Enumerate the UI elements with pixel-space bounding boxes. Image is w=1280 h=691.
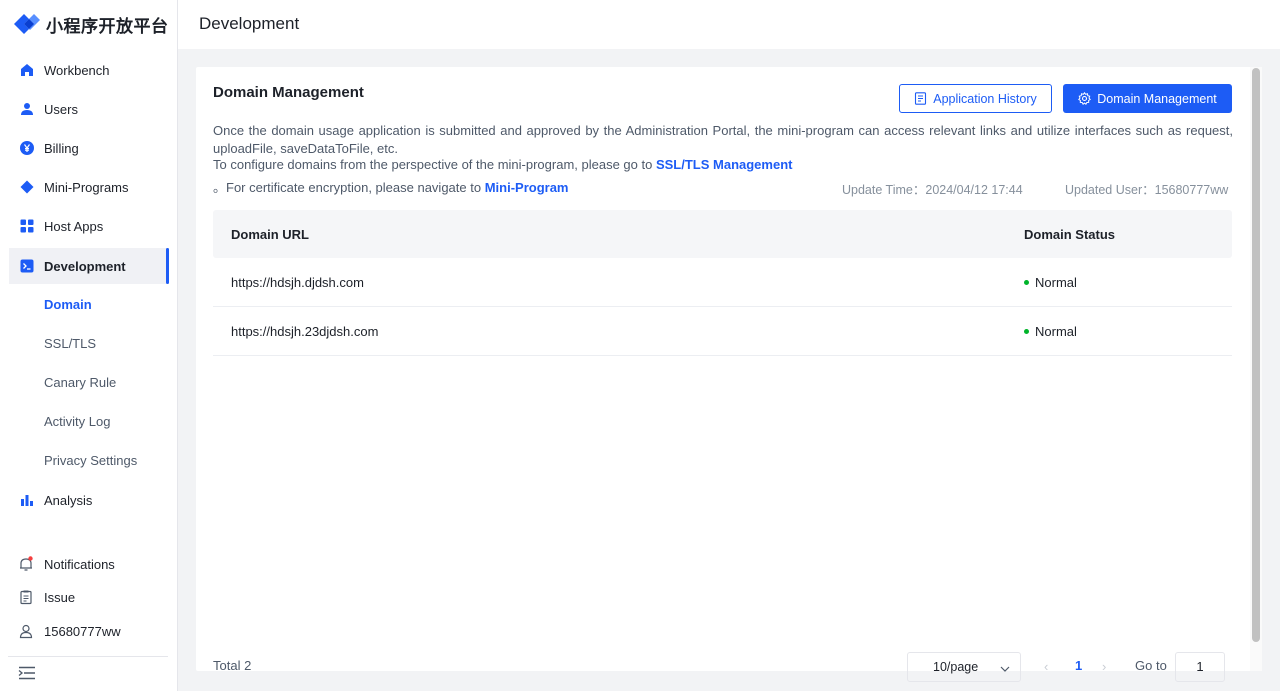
user-account-link[interactable]: 15680777ww [18, 621, 121, 641]
sidebar-subitem-domain[interactable]: Domain [44, 295, 92, 315]
gear-icon [1078, 92, 1092, 105]
sidebar-item-analysis[interactable]: Analysis [9, 482, 169, 518]
sidebar-item-mini-programs[interactable]: Mini-Programs [9, 169, 169, 205]
sidebar-item-host-apps[interactable]: Host Apps [9, 208, 169, 244]
sidebar-subitem-canary-rule[interactable]: Canary Rule [44, 373, 116, 393]
table-header: Domain URL Domain Status [213, 210, 1232, 258]
sidebar-item-users[interactable]: Users [9, 91, 169, 127]
update-time: Update Time：2024/04/12 17:44 [842, 183, 1023, 197]
chevron-down-icon [1000, 662, 1010, 672]
sidebar-item-label: Analysis [44, 492, 93, 508]
page-size-value: 10/page [933, 660, 979, 674]
bar-chart-icon [19, 492, 35, 508]
sidebar: 小程序开放平台 Workbench Users Billing Mini-Pro… [0, 0, 178, 691]
issue-label: Issue [44, 589, 76, 605]
column-header-url: Domain URL [231, 226, 309, 242]
page-size-select[interactable]: 10/page [907, 652, 1021, 682]
status-cell: Normal [1024, 275, 1077, 290]
sidebar-subitem-ssl-tls[interactable]: SSL/TLS [44, 334, 96, 354]
sidebar-subitem-privacy-settings[interactable]: Privacy Settings [44, 451, 137, 471]
sidebar-item-label: Users [44, 101, 78, 117]
certificate-instruction-text: 。For certificate encryption, please navi… [213, 180, 485, 195]
page-number-current[interactable]: 1 [1075, 658, 1082, 673]
domain-table: Domain URL Domain Status https://hdsjh.d… [213, 210, 1232, 356]
certificate-instruction: 。For certificate encryption, please navi… [213, 177, 569, 196]
sidebar-item-billing[interactable]: Billing [9, 130, 169, 166]
sidebar-item-development[interactable]: Development [9, 248, 169, 284]
user-icon [19, 101, 35, 117]
table-row: https://hdsjh.23djdsh.com Normal [213, 307, 1232, 356]
status-badge: Normal [1035, 323, 1077, 339]
sidebar-item-label: Host Apps [44, 218, 104, 234]
brand[interactable]: 小程序开放平台 [12, 11, 169, 37]
updated-user: Updated User：15680777ww [1065, 183, 1229, 197]
sidebar-item-label: Mini-Programs [44, 179, 129, 195]
status-dot-icon [1024, 279, 1029, 285]
goto-label: Go to [1135, 658, 1167, 673]
scrollbar-thumb[interactable] [1252, 68, 1260, 642]
sidebar-item-label: Development [44, 258, 126, 274]
ssl-instruction: To configure domains from the perspectiv… [213, 157, 792, 172]
sidebar-subitem-activity-log[interactable]: Activity Log [44, 412, 110, 432]
prev-page-button[interactable]: ‹ [1044, 659, 1048, 674]
table-row: https://hdsjh.djdsh.com Normal [213, 258, 1232, 307]
terminal-icon [19, 258, 35, 274]
application-history-button[interactable]: Application History [899, 84, 1052, 113]
sidebar-item-label: Billing [44, 140, 79, 156]
domain-url-cell: https://hdsjh.23djdsh.com [231, 323, 379, 339]
status-dot-icon [1024, 328, 1029, 334]
application-history-label: Application History [933, 91, 1037, 106]
grid-icon [19, 218, 35, 234]
home-icon [19, 62, 35, 78]
domain-management-label: Domain Management [1097, 91, 1217, 106]
yen-icon [19, 140, 35, 156]
next-page-button[interactable]: › [1102, 659, 1106, 674]
top-bar: Development [178, 0, 1280, 49]
collapse-menu-icon[interactable] [18, 666, 36, 680]
document-icon [914, 92, 927, 105]
user-outline-icon [18, 623, 34, 639]
domain-url-cell: https://hdsjh.djdsh.com [231, 274, 364, 290]
mini-program-link[interactable]: Mini-Program [485, 180, 569, 195]
status-badge: Normal [1035, 274, 1077, 290]
issue-link[interactable]: Issue [18, 587, 75, 607]
status-cell: Normal [1024, 324, 1077, 339]
clipboard-icon [18, 589, 34, 605]
goto-page-input[interactable]: 1 [1175, 652, 1225, 682]
column-header-status: Domain Status [1024, 226, 1116, 242]
ssl-instruction-text: To configure domains from the perspectiv… [213, 157, 656, 172]
user-account-label: 15680777ww [44, 623, 121, 639]
notifications-link[interactable]: Notifications [18, 554, 115, 574]
sidebar-divider [8, 656, 168, 657]
description-text: Once the domain usage application is sub… [213, 123, 1233, 156]
card-title: Domain Management [213, 84, 364, 101]
sidebar-item-label: Workbench [44, 62, 110, 78]
diamond-icon [19, 179, 35, 195]
logo-icon [12, 12, 42, 36]
bell-icon [18, 556, 34, 572]
total-count: Total 2 [213, 658, 252, 673]
domain-management-button[interactable]: Domain Management [1063, 84, 1232, 113]
page-title: Development [199, 14, 300, 33]
sidebar-item-workbench[interactable]: Workbench [9, 52, 169, 88]
brand-name: 小程序开放平台 [46, 16, 169, 37]
ssl-tls-management-link[interactable]: SSL/TLS Management [656, 157, 793, 172]
notifications-label: Notifications [44, 556, 115, 572]
domain-management-card: Domain Management Application History Do… [196, 67, 1262, 682]
